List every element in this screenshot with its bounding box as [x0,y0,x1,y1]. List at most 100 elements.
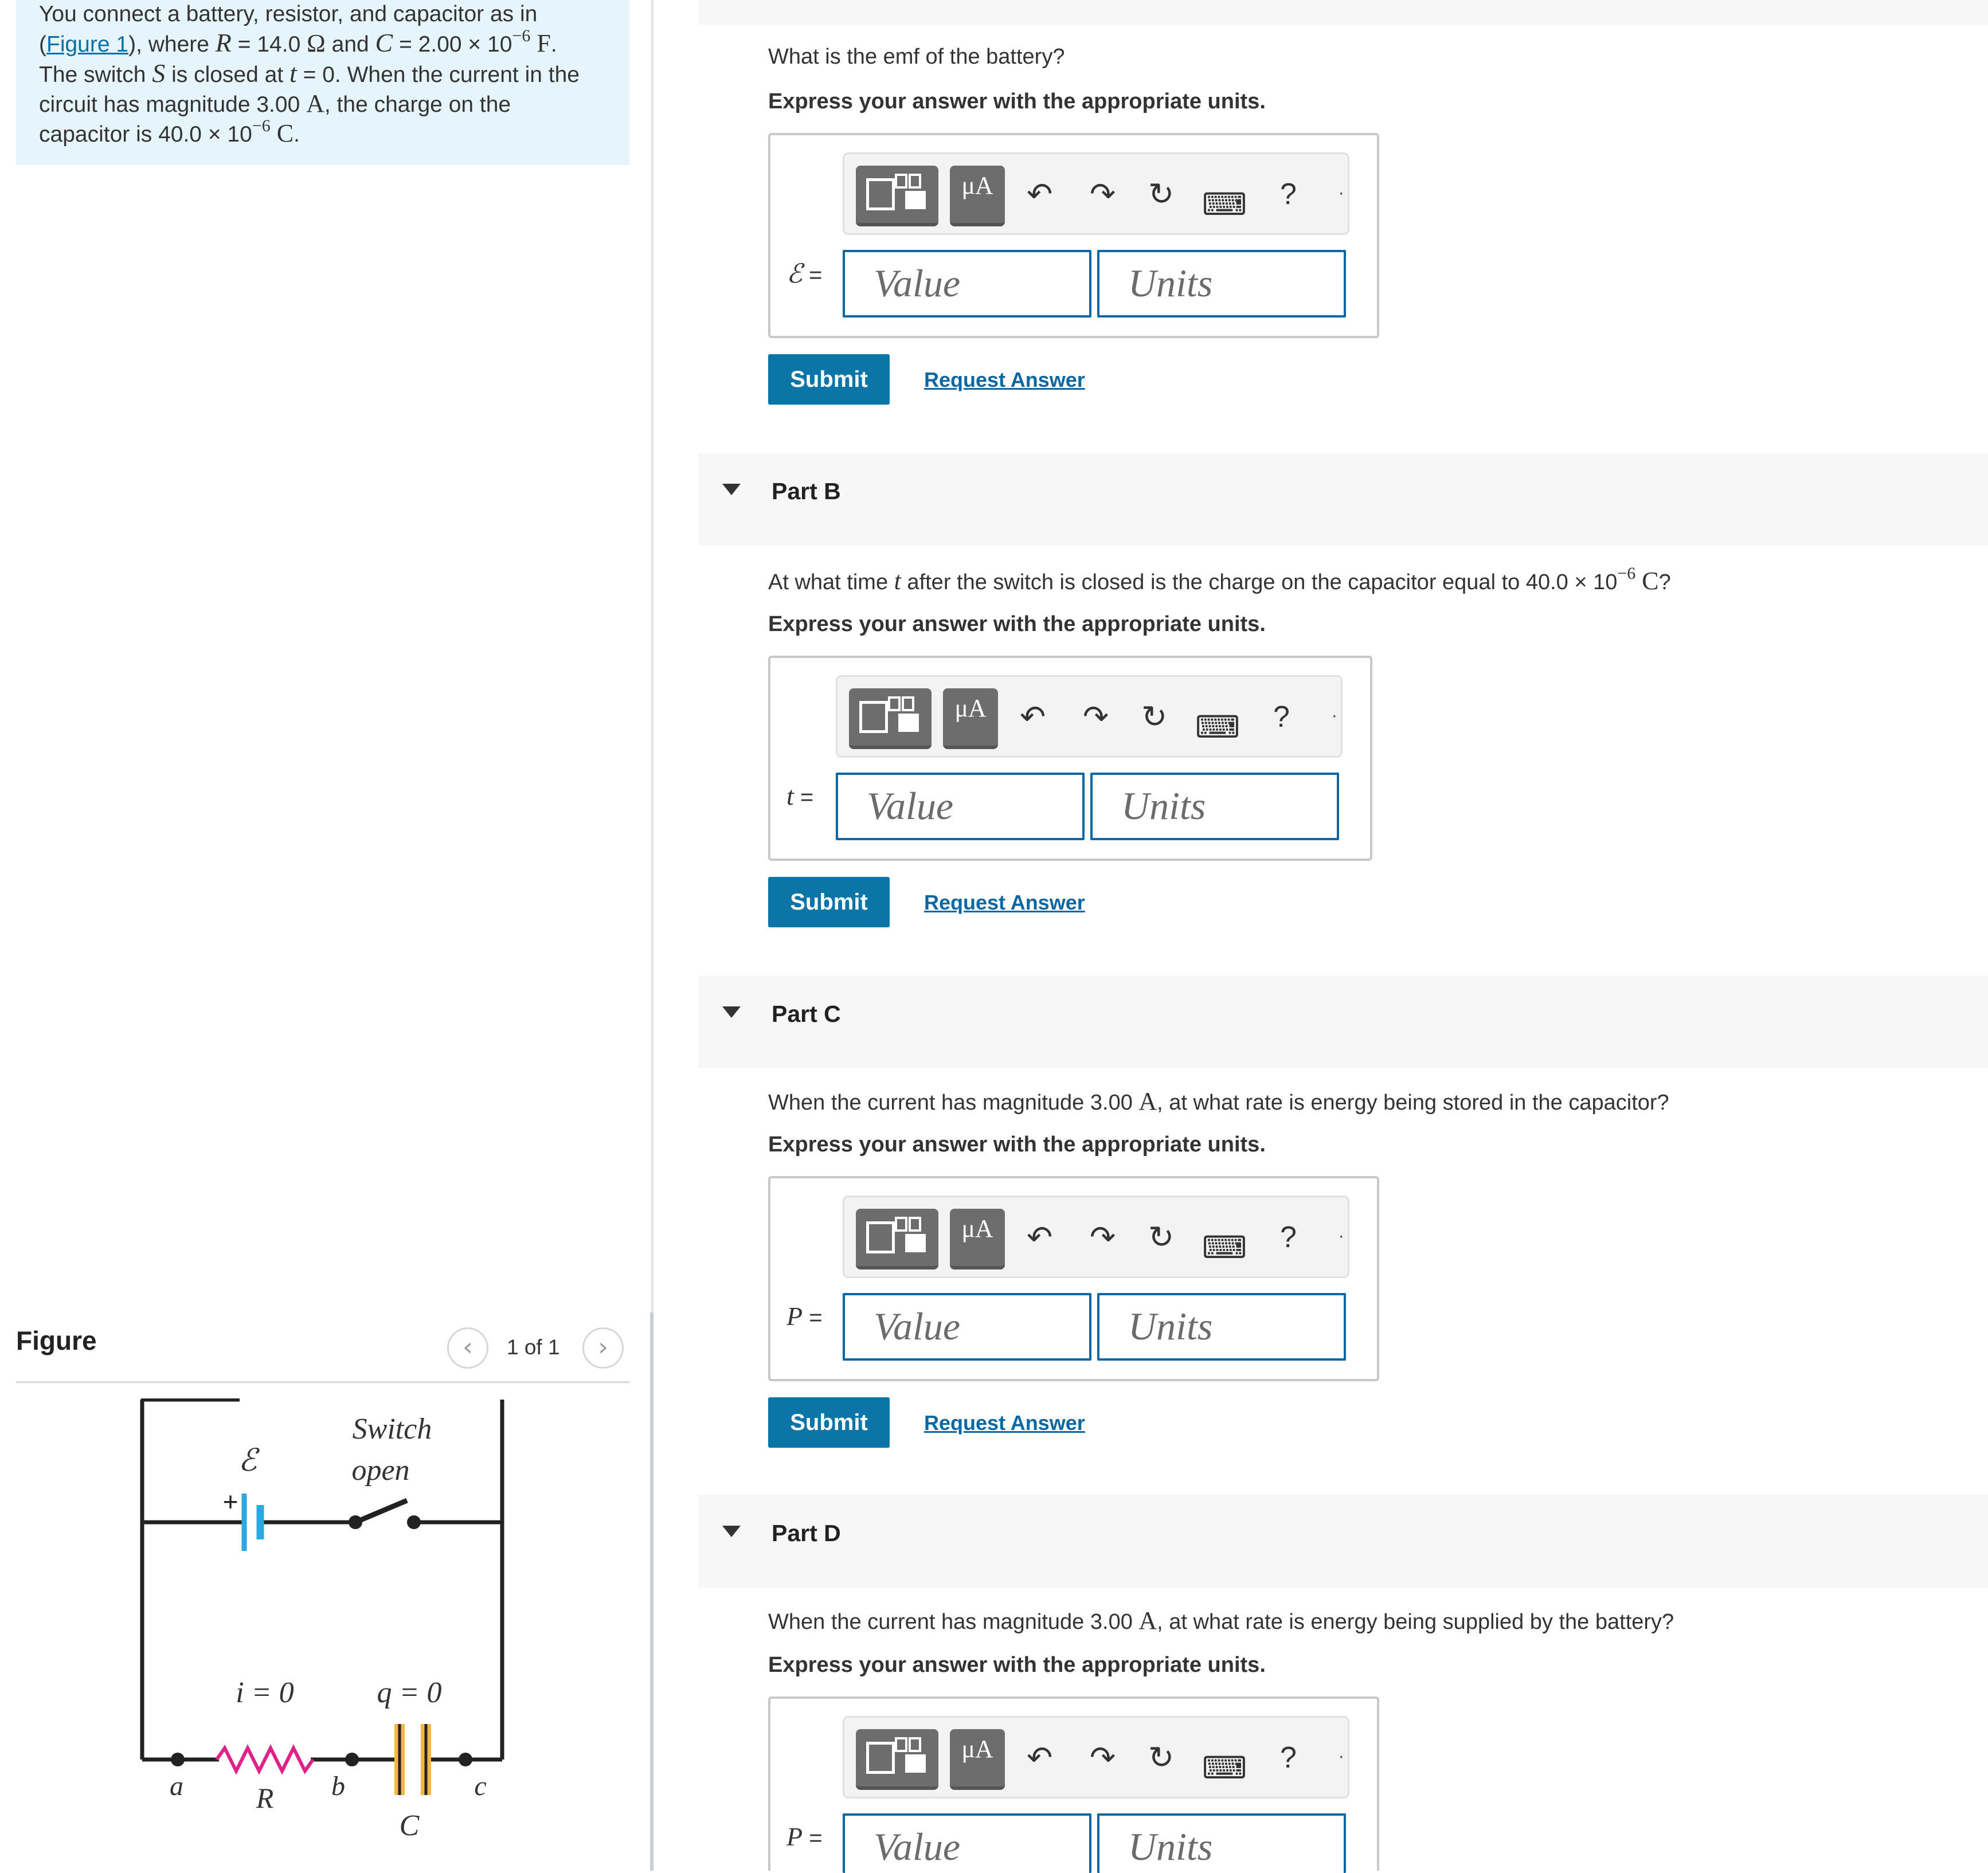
templates-button[interactable] [856,1729,938,1790]
value-input[interactable]: Value [843,1293,1091,1361]
switch-lever [354,1498,408,1525]
units-button[interactable]: μA [943,688,998,749]
exponent: −6 [512,26,531,45]
math-symbol: R [215,28,232,57]
redo-icon[interactable]: ↷ [1090,171,1116,217]
submit-button[interactable]: Submit [768,1397,890,1448]
help-icon[interactable]: ? [1280,1735,1297,1781]
value-input[interactable]: Value [836,773,1085,840]
resistor-label: R [256,1782,274,1814]
battery-plus-label: + [223,1487,238,1517]
math-symbol: S [152,58,166,88]
variable-label: P = [786,1301,823,1331]
part-d-question: When the current has magnitude 3.00 A, a… [768,1606,1674,1635]
part-d-title: Part D [772,1520,841,1546]
help-icon[interactable]: ? [1280,171,1297,217]
figure-link[interactable]: Figure 1 [46,32,128,57]
units-button[interactable]: μA [950,166,1005,226]
part-b-header[interactable]: Part B [698,453,1988,546]
value-input[interactable]: Value [843,1813,1091,1873]
unit-symbol: C [270,119,294,147]
templates-button[interactable] [856,1209,938,1269]
problem-text: is closed at [165,62,290,87]
part-a-answer-box: μA ↶ ↷ ↻ ⌨ ? · ℰ = Value Units [768,133,1379,338]
templates-button[interactable] [856,166,938,226]
math-toolbar: μA ↶ ↷ ↻ ⌨ ? · [843,152,1349,235]
problem-text: = 14.0 [231,32,307,57]
undo-icon[interactable]: ↶ [1027,1735,1052,1781]
undo-icon[interactable]: ↶ [1027,171,1052,217]
request-answer-link[interactable]: Request Answer [924,891,1085,915]
more-icon: · [1339,1227,1344,1247]
problem-line-5: capacitor is 40.0 × 10−6 C. [39,116,606,149]
problem-line-3: The switch S is closed at t = 0. When th… [39,59,606,89]
collapse-triangle-icon[interactable] [722,484,741,495]
part-b-question: At what time t after the switch is close… [768,564,1671,595]
keyboard-icon[interactable]: ⌨ [1195,704,1240,750]
units-button[interactable]: μA [950,1209,1005,1269]
unit-symbol: A [1138,1087,1157,1115]
part-c-header[interactable]: Part C [698,975,1988,1068]
node-a-label: a [170,1771,183,1801]
pane-scrollbar[interactable] [650,1312,653,1871]
collapse-triangle-icon[interactable] [722,1526,741,1537]
request-answer-link[interactable]: Request Answer [924,368,1085,392]
units-button[interactable]: μA [950,1729,1005,1790]
circuit-diagram: ℰ + Switch open i = 0 q = 0 a R b C c [140,1398,504,1842]
problem-text: The switch [39,62,152,87]
more-icon: · [1339,184,1344,204]
equals-sign: = [793,785,814,810]
figure-next-button[interactable]: › [582,1327,624,1369]
question-text: At what time [768,570,894,594]
unit-symbol: A [306,89,324,117]
collapse-triangle-icon[interactable] [722,1006,741,1018]
reset-icon[interactable]: ↻ [1148,171,1174,217]
problem-text: ( [39,32,46,57]
node-a [171,1753,185,1766]
request-answer-link[interactable]: Request Answer [924,1411,1085,1435]
value-input[interactable]: Value [843,250,1091,318]
undo-icon[interactable]: ↶ [1027,1214,1052,1260]
current-label: i = 0 [236,1676,294,1709]
templates-button[interactable] [849,688,932,749]
reset-icon[interactable]: ↻ [1148,1214,1174,1260]
reset-icon[interactable]: ↻ [1141,694,1167,740]
problem-statement: You connect a battery, resistor, and cap… [16,0,629,165]
part-b-instruction: Express your answer with the appropriate… [768,612,1266,636]
question-text: ? [1658,570,1671,594]
part-d-instruction: Express your answer with the appropriate… [768,1653,1266,1677]
part-c-answer-box: μA ↶ ↷ ↻ ⌨ ? · P = Value Units [768,1176,1379,1381]
reset-icon[interactable]: ↻ [1148,1735,1174,1781]
units-input[interactable]: Units [1097,250,1346,318]
undo-icon[interactable]: ↶ [1020,694,1046,740]
part-b-answer-box: μA ↶ ↷ ↻ ⌨ ? · t = Value Units [768,656,1372,861]
variable-label: t = [786,781,813,811]
units-input[interactable]: Units [1097,1293,1346,1361]
help-icon[interactable]: ? [1280,1214,1297,1260]
help-icon[interactable]: ? [1273,694,1290,740]
redo-icon[interactable]: ↷ [1083,694,1109,740]
equals-sign: = [803,1305,823,1330]
units-input[interactable]: Units [1090,773,1339,840]
unit-symbol: F [530,29,551,57]
emf-label: ℰ [238,1443,260,1478]
keyboard-icon[interactable]: ⌨ [1202,182,1247,228]
part-d-header[interactable]: Part D [698,1495,1988,1588]
keyboard-icon[interactable]: ⌨ [1202,1225,1247,1271]
keyboard-icon[interactable]: ⌨ [1202,1745,1247,1791]
submit-button[interactable]: Submit [768,354,890,405]
math-symbol: C [375,28,393,57]
switch-label: Switch [353,1413,432,1445]
figure-header: Figure ‹ 1 of 1 › [16,1318,629,1383]
redo-icon[interactable]: ↷ [1090,1735,1116,1781]
exponent: −6 [1617,564,1636,583]
unit-symbol: Ω [307,29,326,57]
part-a-instruction: Express your answer with the appropriate… [768,89,1266,113]
figure-prev-button[interactable]: ‹ [447,1327,488,1369]
units-input[interactable]: Units [1097,1813,1346,1873]
question-text: , at what rate is energy being supplied … [1157,1610,1674,1634]
equals-sign: = [803,1825,823,1851]
submit-button[interactable]: Submit [768,877,890,927]
redo-icon[interactable]: ↷ [1090,1214,1116,1260]
exponent: −6 [252,116,271,135]
